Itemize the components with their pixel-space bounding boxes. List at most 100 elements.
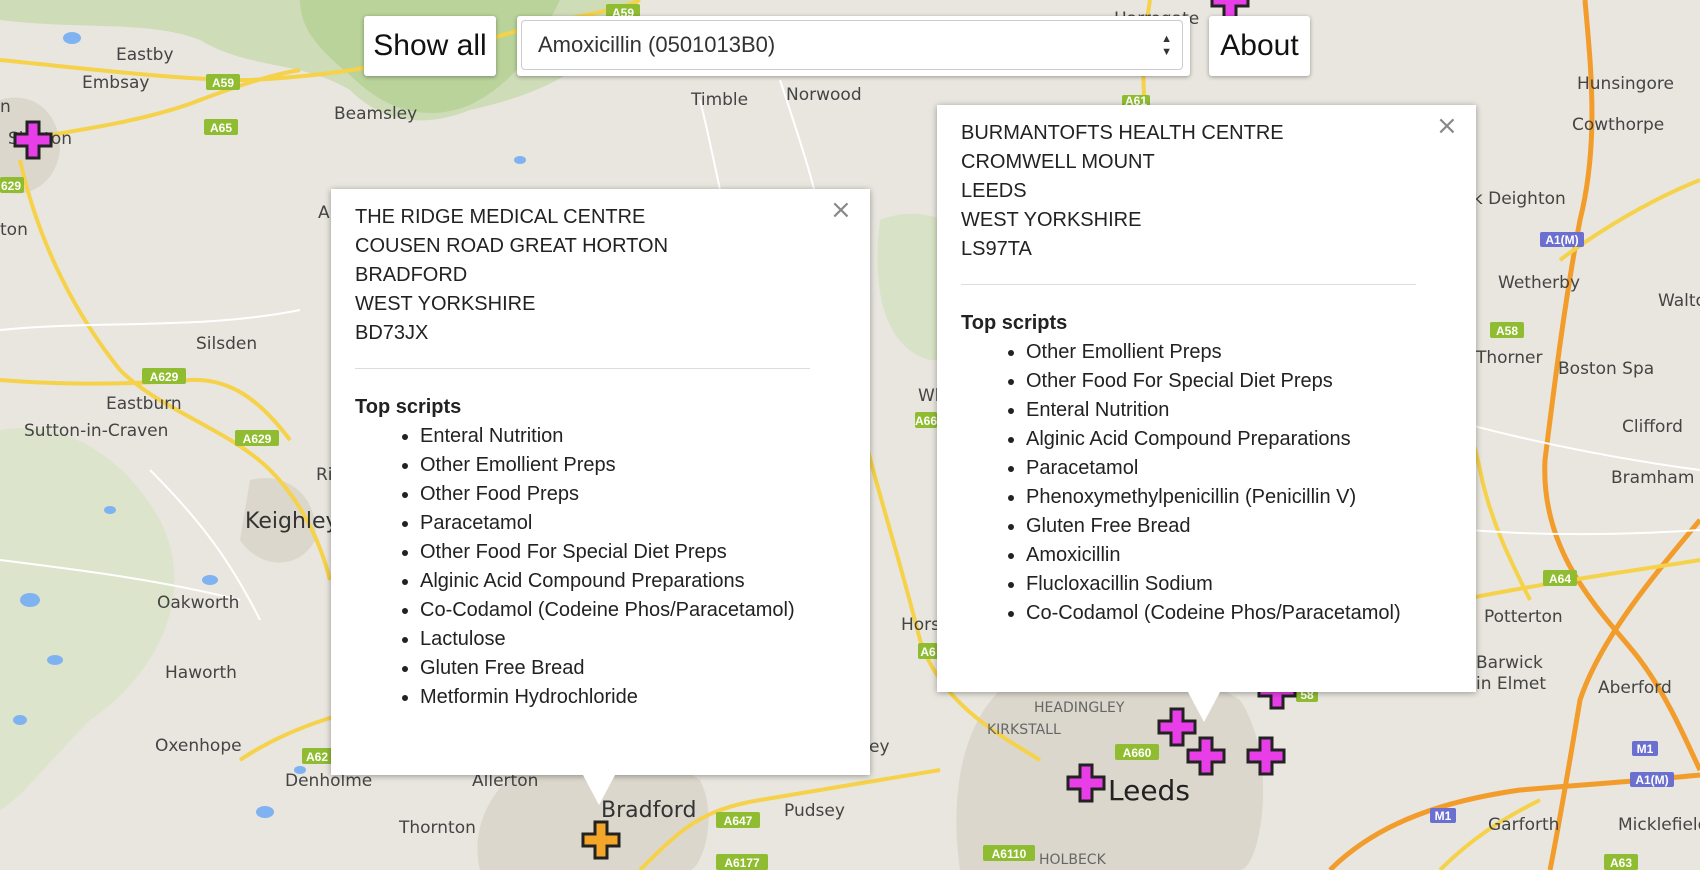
reservoir [13, 715, 27, 725]
road-shield-a63: A63 [1604, 854, 1638, 870]
info-window-tail [583, 775, 615, 805]
address-line: THE RIDGE MEDICAL CENTRE [355, 206, 646, 228]
close-icon[interactable]: × [830, 195, 852, 225]
svg-text:A66: A66 [915, 414, 937, 428]
address-line: CROMWELL MOUNT [961, 151, 1155, 173]
list-item: Alginic Acid Compound Preparations [420, 567, 810, 596]
svg-text:A660: A660 [1123, 746, 1152, 760]
road-shield-m1: M1 [1430, 808, 1456, 823]
list-item: Gluten Free Bread [1026, 512, 1416, 541]
place-label: Clifford [1622, 417, 1683, 437]
place-label: Cowthorpe [1572, 115, 1664, 135]
place-label: Eastby [116, 45, 174, 65]
place-label: Walton [1658, 291, 1700, 311]
road-shield-a647: A647 [716, 812, 760, 828]
reservoir [202, 575, 218, 585]
road-shield-a62: A62 [302, 748, 332, 764]
svg-text:A1(M): A1(M) [1545, 233, 1578, 247]
road-shield-a629: A629 [235, 430, 279, 446]
place-label: Keighley [245, 509, 339, 534]
list-item: Flucloxacillin Sodium [1026, 570, 1416, 599]
place-label: Wetherby [1498, 273, 1580, 293]
top-scripts-list: Enteral Nutrition Other Emollient Preps … [355, 422, 810, 712]
place-label: Garforth [1488, 815, 1559, 835]
reservoir [47, 655, 63, 665]
list-item: Amoxicillin [1026, 541, 1416, 570]
drug-select[interactable]: Amoxicillin (0501013B0) ▲ ▼ [521, 20, 1183, 70]
place-label: in Elmet [1476, 674, 1546, 694]
place-label: A [318, 203, 330, 223]
show-all-button[interactable]: Show all [364, 16, 496, 76]
reservoir [63, 32, 81, 44]
svg-text:A1(M): A1(M) [1635, 773, 1668, 787]
place-label: KIRKSTALL [987, 722, 1061, 738]
place-label: Oxenhope [155, 736, 242, 756]
divider [961, 284, 1416, 285]
svg-text:A64: A64 [1549, 572, 1571, 586]
road-shield-a660: A66 [915, 412, 937, 428]
svg-text:A6: A6 [920, 645, 936, 659]
list-item: Co-Codamol (Codeine Phos/Paracetamol) [420, 596, 810, 625]
list-item: Enteral Nutrition [420, 422, 810, 451]
svg-text:A59: A59 [212, 76, 234, 90]
list-item: Enteral Nutrition [1026, 396, 1416, 425]
list-item: Lactulose [420, 625, 810, 654]
divider [355, 368, 810, 369]
place-label: Bramham [1611, 468, 1694, 488]
place-label: Beamsley [334, 104, 417, 124]
road-shield-a6110: A6110 [983, 845, 1035, 861]
list-item: Other Food For Special Diet Preps [420, 538, 810, 567]
list-item: Phenoxymethylpenicillin (Penicillin V) [1026, 483, 1416, 512]
list-item: Co-Codamol (Codeine Phos/Paracetamol) [1026, 599, 1416, 628]
address-line: LEEDS [961, 180, 1027, 202]
place-label: HEADINGLEY [1034, 700, 1125, 716]
road-shield-a660: A660 [1115, 744, 1159, 760]
place-label: Potterton [1484, 607, 1563, 627]
list-item: Paracetamol [1026, 454, 1416, 483]
place-label: Oakworth [157, 593, 239, 613]
place-label: Thorner [1475, 348, 1542, 368]
road-shield-a59: A59 [206, 74, 240, 90]
svg-text:A65: A65 [210, 121, 232, 135]
info-window-tail [1188, 692, 1220, 722]
svg-text:A629: A629 [243, 432, 272, 446]
svg-text:A63: A63 [1610, 856, 1632, 870]
drug-select-container: Amoxicillin (0501013B0) ▲ ▼ [517, 16, 1190, 76]
address-line: BURMANTOFTS HEALTH CENTRE [961, 122, 1284, 144]
list-item: Other Food For Special Diet Preps [1026, 367, 1416, 396]
road-shield-a64: A64 [1543, 570, 1577, 586]
list-item: Other Emollient Preps [420, 451, 810, 480]
reservoir [104, 506, 116, 514]
svg-text:A647: A647 [724, 814, 753, 828]
svg-text:A6177: A6177 [724, 856, 760, 870]
info-window-ridge: × THE RIDGE MEDICAL CENTRE COUSEN ROAD G… [331, 189, 870, 805]
top-scripts-heading: Top scripts [961, 312, 1068, 334]
place-label: ton [0, 220, 28, 240]
place-label: Eastburn [106, 394, 182, 414]
list-item: Gluten Free Bread [420, 654, 810, 683]
svg-text:A58: A58 [1496, 324, 1518, 338]
road-shield-a629: A629 [142, 368, 186, 384]
top-scripts-heading: Top scripts [355, 396, 462, 418]
practice-address: BURMANTOFTS HEALTH CENTRE CROMWELL MOUNT… [961, 119, 1416, 264]
place-label: Leeds [1108, 774, 1190, 807]
list-item: Metformin Hydrochloride [420, 683, 810, 712]
drug-select-value: Amoxicillin (0501013B0) [538, 32, 776, 57]
place-label: Pudsey [784, 801, 845, 821]
svg-text:A62: A62 [306, 750, 328, 764]
place-label: Micklefield [1618, 815, 1700, 835]
svg-text:A6110: A6110 [992, 847, 1027, 861]
list-item: Alginic Acid Compound Preparations [1026, 425, 1416, 454]
road-shield-a58: A58 [1490, 322, 1524, 338]
place-label: Silsden [196, 334, 257, 354]
place-label: Hunsingore [1577, 74, 1674, 94]
road-shield-m1: M1 [1632, 741, 1658, 756]
about-button[interactable]: About [1209, 16, 1310, 76]
top-scripts-list: Other Emollient Preps Other Food For Spe… [961, 338, 1416, 628]
info-window-burmantofts: × BURMANTOFTS HEALTH CENTRE CROMWELL MOU… [937, 105, 1476, 722]
close-icon[interactable]: × [1436, 111, 1458, 141]
address-line: WEST YORKSHIRE [961, 209, 1142, 231]
place-label: Bradford [601, 798, 696, 823]
road-shield-a660: A6 [918, 643, 938, 659]
address-line: WEST YORKSHIRE [355, 293, 536, 315]
